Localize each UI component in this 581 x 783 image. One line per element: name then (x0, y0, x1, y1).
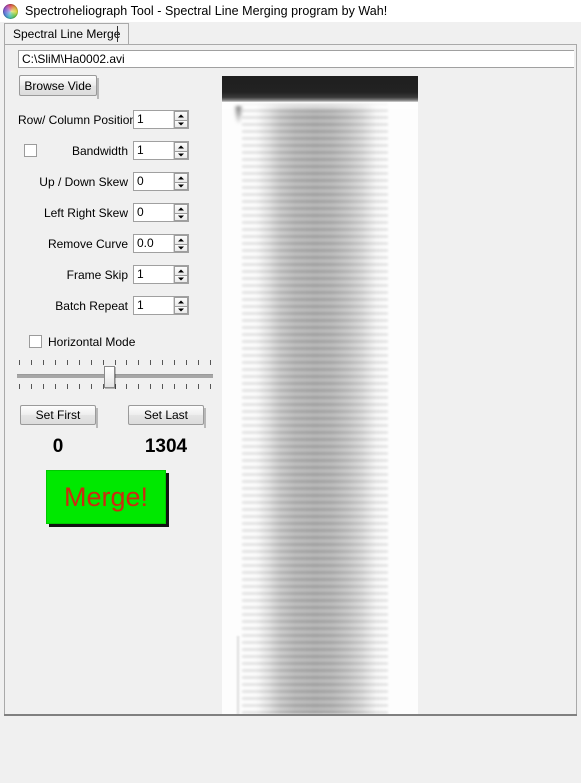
up-down-skew-value[interactable]: 0 (134, 173, 173, 190)
batch-repeat-increment-icon[interactable] (174, 297, 188, 306)
batch-repeat-arrows[interactable] (173, 297, 188, 314)
frame-skip-decrement-icon[interactable] (174, 274, 188, 283)
slider-ticks-bottom (19, 384, 211, 389)
left-right-skew-spinner[interactable]: 0 (133, 203, 189, 222)
row-column-position-increment-icon[interactable] (174, 111, 188, 120)
up-down-skew-arrows[interactable] (173, 173, 188, 190)
row-column-position-decrement-icon[interactable] (174, 119, 188, 128)
preview-edge-flare (234, 106, 243, 124)
batch-repeat-value[interactable]: 1 (134, 297, 173, 314)
remove-curve-spinner[interactable]: 0.0 (133, 234, 189, 253)
tab-label: Spectral Line Merge (13, 27, 121, 41)
left-right-skew-decrement-icon[interactable] (174, 212, 188, 221)
slider-ticks-top (19, 360, 211, 365)
bandwidth-value[interactable]: 1 (134, 142, 173, 159)
left-right-skew-increment-icon[interactable] (174, 204, 188, 213)
tab-focus-caret (117, 26, 118, 42)
preview-top-fade (222, 102, 418, 112)
up-down-skew-increment-icon[interactable] (174, 173, 188, 182)
row-column-position-arrows[interactable] (173, 111, 188, 128)
left-right-skew-value[interactable]: 0 (134, 204, 173, 221)
bandwidth-label: Bandwidth (71, 144, 128, 158)
remove-curve-label: Remove Curve (47, 237, 128, 251)
set-first-button-shadow (96, 408, 98, 428)
remove-curve-arrows[interactable] (173, 235, 188, 252)
browse-button-label: Browse Vide (24, 78, 92, 93)
remove-curve-decrement-icon[interactable] (174, 243, 188, 252)
browse-button-shadow (97, 78, 99, 99)
set-first-button[interactable]: Set First (20, 405, 96, 425)
set-last-label: Set Last (143, 408, 189, 422)
set-first-label: Set First (35, 408, 81, 422)
slider-thumb[interactable] (104, 366, 115, 388)
tab-strip: Spectral Line Merge (0, 23, 581, 45)
frame-skip-spinner[interactable]: 1 (133, 265, 189, 284)
left-right-skew-arrows[interactable] (173, 204, 188, 221)
horizontal-mode-checkbox[interactable] (29, 335, 42, 348)
title-bar: Spectroheliograph Tool - Spectral Line M… (0, 0, 581, 22)
video-path-input[interactable]: C:\SliM\Ha0002.avi (18, 50, 574, 68)
merge-button-label: Merge! (63, 481, 149, 512)
bandwidth-decrement-icon[interactable] (174, 150, 188, 159)
batch-repeat-label: Batch Repeat (55, 299, 128, 313)
bandwidth-arrows[interactable] (173, 142, 188, 159)
frame-skip-increment-icon[interactable] (174, 266, 188, 275)
left-right-skew-label: Left Right Skew (43, 206, 128, 220)
window-title: Spectroheliograph Tool - Spectral Line M… (25, 4, 388, 18)
tab-spectral-line-merge[interactable]: Spectral Line Merge (4, 23, 130, 44)
remove-curve-value[interactable]: 0.0 (134, 235, 173, 252)
batch-repeat-decrement-icon[interactable] (174, 305, 188, 314)
horizontal-mode-label: Horizontal Mode (48, 335, 136, 349)
preview-dark-band (222, 76, 418, 102)
tab-page-bottom-divider (4, 714, 577, 716)
browse-video-button[interactable]: Browse Vide (19, 75, 97, 96)
frame-skip-value[interactable]: 1 (134, 266, 173, 283)
batch-repeat-spinner[interactable]: 1 (133, 296, 189, 315)
bandwidth-spinner[interactable]: 1 (133, 141, 189, 160)
preview-vertical-streak (236, 636, 240, 714)
row-column-position-label: Row/ Column Position (18, 113, 137, 127)
up-down-skew-label: Up / Down Skew (39, 175, 128, 189)
up-down-skew-spinner[interactable]: 0 (133, 172, 189, 191)
first-frame-value: 0 (52, 436, 64, 457)
frame-skip-arrows[interactable] (173, 266, 188, 283)
merge-button[interactable]: Merge! (46, 470, 166, 524)
set-last-button-shadow (204, 408, 206, 428)
frame-skip-label: Frame Skip (66, 268, 128, 282)
frame-range-slider[interactable] (17, 356, 213, 396)
last-frame-value: 1304 (144, 436, 188, 457)
spectrum-circle-icon (3, 3, 18, 19)
preview-solar-column (242, 102, 388, 714)
slider-track[interactable] (17, 374, 213, 378)
bandwidth-increment-icon[interactable] (174, 142, 188, 151)
up-down-skew-decrement-icon[interactable] (174, 181, 188, 190)
spectral-frame-preview[interactable] (222, 76, 418, 714)
remove-curve-increment-icon[interactable] (174, 235, 188, 244)
row-column-position-value[interactable]: 1 (134, 111, 173, 128)
row-column-position-spinner[interactable]: 1 (133, 110, 189, 129)
set-last-button[interactable]: Set Last (128, 405, 204, 425)
